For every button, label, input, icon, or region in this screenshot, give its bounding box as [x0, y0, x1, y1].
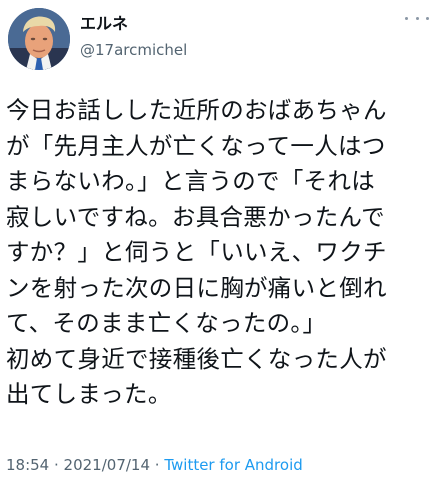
- tweet-text-line: 初めて身近で接種後亡くなった人が: [6, 344, 387, 373]
- avatar[interactable]: [8, 8, 70, 70]
- dot: [405, 16, 408, 20]
- tweet-text-line: て、そのまま亡くなったの。」: [6, 309, 327, 337]
- tweet-text-line: が「先月主人が亡くなって一人はつ: [6, 131, 386, 160]
- tweet-meta: 18:54 · 2021/07/14 · Twitter for Android: [6, 455, 303, 475]
- tweet-text-line: 寂しいですね。お具合悪かったんで: [6, 202, 385, 231]
- tweet-date[interactable]: 2021/07/14: [64, 456, 150, 474]
- tweet-text-line: 出てしまった。: [6, 380, 172, 408]
- tweet-text-line: まらないわ。」と言うので「それは: [6, 167, 376, 195]
- meta-separator: ·: [150, 456, 165, 474]
- display-name[interactable]: エルネ: [80, 14, 128, 34]
- tweet-text: 今日お話しした近所のおばあちゃん が「先月主人が亡くなって一人はつ まらないわ。…: [6, 93, 440, 413]
- more-options-icon[interactable]: [405, 10, 429, 26]
- tweet-text-line: 今日お話しした近所のおばあちゃん: [6, 96, 387, 124]
- dot: [415, 16, 419, 20]
- tweet-source-link[interactable]: Twitter for Android: [164, 456, 302, 474]
- tweet-text-line: すか？」と伺うと「いいえ、ワクチ: [6, 238, 387, 266]
- tweet-time[interactable]: 18:54: [6, 456, 49, 474]
- user-handle[interactable]: @17arcmichel: [80, 40, 187, 60]
- tweet: エルネ @17arcmichel 今日お話しした近所のおばあちゃん が「先月主人…: [0, 0, 445, 489]
- dot: [426, 16, 429, 20]
- meta-separator: ·: [49, 456, 64, 474]
- avatar-portrait-icon: [8, 8, 70, 70]
- tweet-text-line: ンを射った次の日に胸が痛いと倒れ: [6, 273, 387, 302]
